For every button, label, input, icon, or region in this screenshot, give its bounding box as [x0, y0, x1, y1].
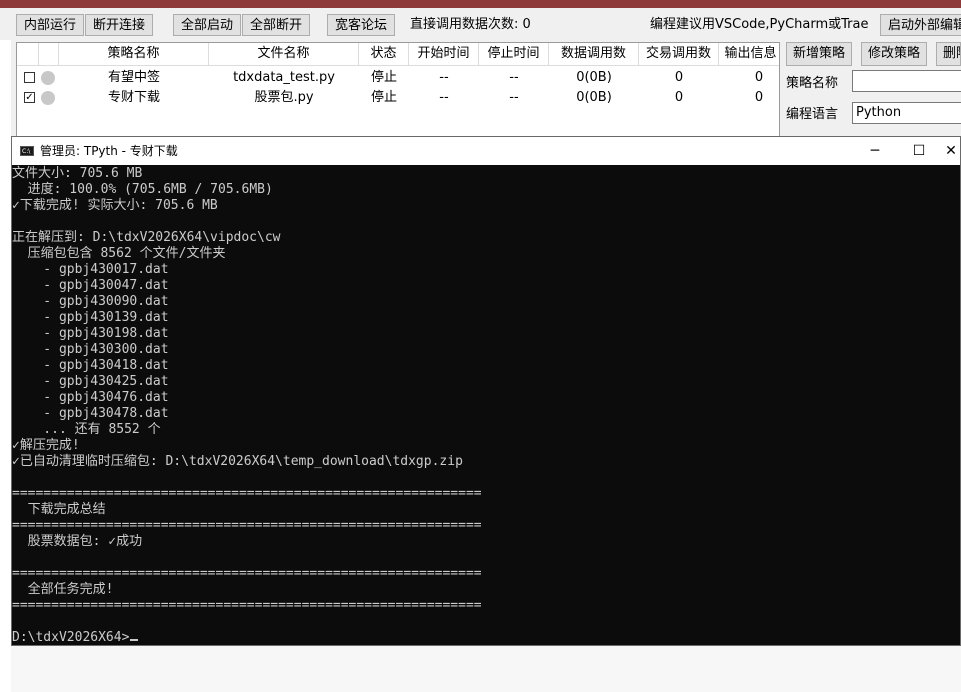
console-line: - gpbj430017.dat — [12, 262, 169, 277]
language-label: 编程语言 — [786, 107, 839, 122]
row-data-calls: 0(0B) — [576, 90, 612, 105]
console-titlebar[interactable]: C:\ 管理员: TPyth - 专财下载 ─ ☐ ✕ — [12, 137, 960, 165]
console-separator: ========================================… — [12, 518, 482, 533]
row-output: 0 — [754, 70, 764, 85]
delete-strategy-button[interactable]: 删除 — [936, 42, 961, 66]
row-strategy-name: 有望中签 — [107, 70, 160, 85]
console-line: ... 还有 8552 个 — [12, 422, 161, 437]
row-stop-time: -- — [509, 90, 519, 105]
row-trade-calls: 0 — [674, 90, 684, 105]
disconnect-all-button[interactable]: 全部断开 — [242, 14, 311, 36]
console-line: - gpbj430300.dat — [12, 342, 169, 357]
header-trade-calls[interactable]: 交易调用数 — [639, 43, 719, 65]
console-line: - gpbj430478.dat — [12, 406, 169, 421]
header-output[interactable]: 输出信息 — [719, 43, 779, 65]
console-line: ✓解压完成! — [12, 438, 80, 453]
header-file-name[interactable]: 文件名称 — [209, 43, 359, 65]
call-count-label: 直接调用数据次数: 0 — [410, 17, 531, 32]
console-app-icon: C:\ — [20, 146, 34, 156]
console-line: 文件大小: 705.6 MB — [12, 166, 143, 181]
header-status[interactable]: 状态 — [359, 43, 409, 65]
row-strategy-name: 专财下载 — [107, 90, 160, 105]
header-start-time[interactable]: 开始时间 — [409, 43, 479, 65]
table-row[interactable]: ✓ 专财下载 股票包.py 停止 -- -- 0(0B) 0 0 — [17, 88, 779, 108]
row-status: 停止 — [370, 70, 397, 85]
status-dot-icon — [41, 71, 55, 85]
row-file-name: 股票包.py — [254, 90, 314, 105]
console-line: - gpbj430425.dat — [12, 374, 169, 389]
row-trade-calls: 0 — [674, 70, 684, 85]
left-strip — [0, 40, 11, 692]
table-header: 策略名称 文件名称 状态 开始时间 停止时间 数据调用数 交易调用数 输出信息 — [17, 43, 779, 66]
prompt-text: D:\tdxV2026X64> — [12, 630, 130, 645]
outer-window-titlebar — [0, 0, 961, 8]
disconnect-button[interactable]: 断开连接 — [85, 14, 154, 36]
console-line: 进度: 100.0% (705.6MB / 705.6MB) — [12, 182, 273, 197]
strategy-name-input[interactable] — [852, 70, 961, 92]
console-line: - gpbj430476.dat — [12, 390, 169, 405]
console-line: - gpbj430047.dat — [12, 278, 169, 293]
row-status: 停止 — [370, 90, 397, 105]
console-line: 下载完成总结 — [12, 502, 106, 517]
ide-hint-label: 编程建议用VSCode,PyCharm或Trae — [650, 17, 869, 32]
console-line: - gpbj430139.dat — [12, 310, 169, 325]
console-line: - gpbj430090.dat — [12, 294, 169, 309]
forum-button[interactable]: 宽客论坛 — [327, 14, 396, 36]
row-output: 0 — [754, 90, 764, 105]
row-start-time: -- — [439, 70, 449, 85]
add-strategy-button[interactable]: 新增策略 — [786, 42, 853, 66]
text-cursor — [130, 639, 139, 641]
strategy-edit-panel: 新增策略 修改策略 删除 策略名称 编程语言 Python — [784, 42, 961, 138]
table-row[interactable]: 有望中签 tdxdata_test.py 停止 -- -- 0(0B) 0 0 — [17, 68, 779, 88]
console-line: 压缩包包含 8562 个文件/文件夹 — [12, 246, 226, 261]
console-prompt[interactable]: D:\tdxV2026X64> — [12, 630, 139, 646]
start-all-button[interactable]: 全部启动 — [173, 14, 242, 36]
console-line: 全部任务完成! — [12, 582, 114, 597]
internal-run-button[interactable]: 内部运行 — [16, 14, 85, 36]
row-data-calls: 0(0B) — [576, 70, 612, 85]
console-separator: ========================================… — [12, 486, 482, 501]
header-stop-time[interactable]: 停止时间 — [479, 43, 549, 65]
console-title: 管理员: TPyth - 专财下载 — [40, 144, 178, 158]
row-stop-time: -- — [509, 70, 519, 85]
minimize-icon[interactable]: ─ — [852, 137, 898, 165]
header-check — [17, 43, 39, 65]
console-line: - gpbj430198.dat — [12, 326, 169, 341]
status-dot-icon — [41, 91, 55, 105]
row-start-time: -- — [439, 90, 449, 105]
console-line: ✓已自动清理临时压缩包: D:\tdxV2026X64\temp_downloa… — [12, 454, 463, 469]
main-toolbar: 内部运行 断开连接 全部启动 全部断开 宽客论坛 直接调用数据次数: 0 编程建… — [0, 8, 961, 40]
header-data-calls[interactable]: 数据调用数 — [549, 43, 639, 65]
strategy-name-label: 策略名称 — [786, 76, 839, 91]
background-area — [11, 646, 961, 692]
row-checkbox[interactable] — [24, 72, 35, 83]
close-icon[interactable]: ✕ — [942, 137, 960, 165]
console-line: 正在解压到: D:\tdxV2026X64\vipdoc\cw — [12, 230, 281, 245]
row-checkbox-checked[interactable]: ✓ — [24, 92, 35, 103]
console-separator: ========================================… — [12, 598, 482, 613]
console-line: - gpbj430418.dat — [12, 358, 169, 373]
row-file-name: tdxdata_test.py — [233, 70, 335, 85]
console-separator: ========================================… — [12, 566, 482, 581]
header-status-dot — [39, 43, 59, 65]
header-strategy-name[interactable]: 策略名称 — [59, 43, 209, 65]
console-line: ✓下载完成! 实际大小: 705.6 MB — [12, 198, 218, 213]
modify-strategy-button[interactable]: 修改策略 — [861, 42, 928, 66]
maximize-icon[interactable]: ☐ — [896, 137, 942, 165]
console-line: 股票数据包: ✓成功 — [12, 534, 143, 549]
strategy-table: 策略名称 文件名称 状态 开始时间 停止时间 数据调用数 交易调用数 输出信息 … — [16, 42, 780, 138]
language-select[interactable]: Python — [852, 102, 961, 124]
external-editor-button[interactable]: 启动外部编辑 — [880, 14, 961, 36]
console-window[interactable]: C:\ 管理员: TPyth - 专财下载 ─ ☐ ✕ 文件大小: 705.6 … — [11, 136, 961, 646]
console-output[interactable]: 文件大小: 705.6 MB 进度: 100.0% (705.6MB / 705… — [12, 166, 960, 645]
